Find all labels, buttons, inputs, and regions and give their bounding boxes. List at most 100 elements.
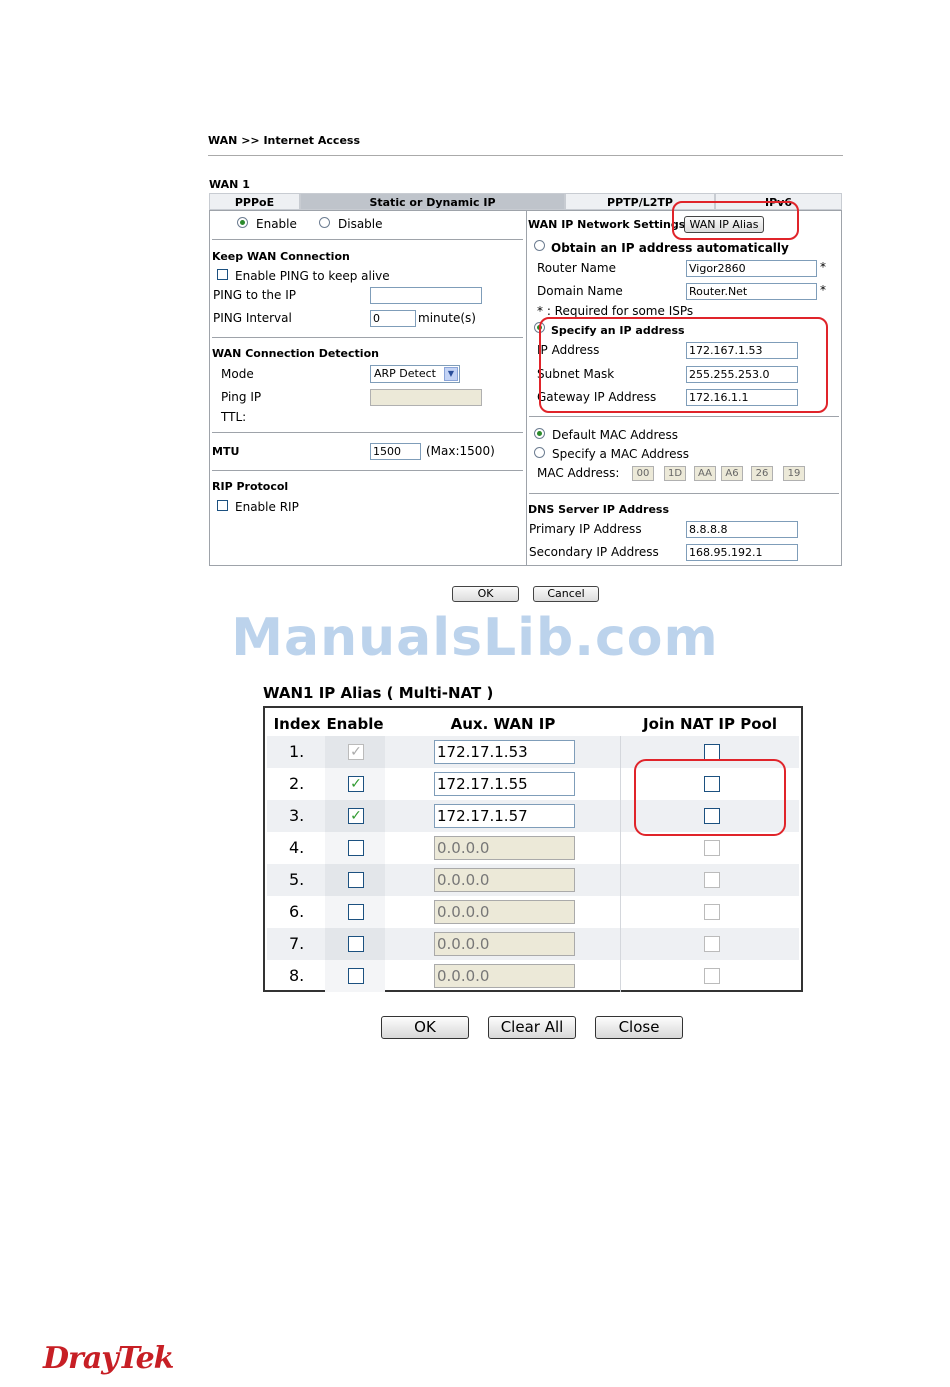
mode-label: Mode — [221, 367, 254, 381]
enable-checkbox[interactable]: ✓ — [348, 776, 364, 792]
highlight-box — [672, 201, 799, 240]
ping-interval-input[interactable]: 0 — [370, 310, 416, 327]
aux-wan-ip-input: 0.0.0.0 — [434, 836, 575, 860]
header-index: Index — [273, 715, 321, 733]
watermark: ManualsLib.com — [231, 608, 719, 668]
column-separator — [620, 768, 621, 800]
ping-ip2-label: Ping IP — [221, 390, 262, 404]
table-row: 8. 0.0.0.0 — [267, 960, 799, 992]
secondary-dns-input[interactable]: 168.95.192.1 — [686, 544, 798, 561]
section-divider — [529, 416, 839, 417]
checkmark-icon: ✓ — [350, 776, 362, 792]
row-index: 7. — [289, 934, 305, 953]
draytek-logo: DrayTek — [43, 1341, 174, 1376]
table-row: 5. 0.0.0.0 — [267, 864, 799, 896]
ttl-label: TTL: — [221, 410, 247, 424]
join-nat-pool-checkbox — [704, 904, 720, 920]
mac-octet-input[interactable]: 19 — [783, 466, 805, 481]
enable-ping-checkbox[interactable] — [217, 269, 228, 280]
disable-label: Disable — [338, 217, 383, 231]
wan-label: WAN 1 — [209, 178, 250, 191]
obtain-auto-radio[interactable] — [534, 240, 545, 251]
router-name-input[interactable]: Vigor2860 — [686, 260, 817, 277]
close-button[interactable]: Close — [595, 1016, 683, 1039]
aux-wan-ip-input: 0.0.0.0 — [434, 964, 575, 988]
default-mac-label: Default MAC Address — [552, 428, 678, 442]
tab-static-dynamic-ip[interactable]: Static or Dynamic IP — [300, 193, 565, 210]
mac-octet-input[interactable]: 00 — [632, 466, 654, 481]
dns-title: DNS Server IP Address — [528, 503, 670, 516]
column-separator — [620, 736, 621, 768]
mac-octet-input[interactable]: AA — [694, 466, 716, 481]
row-index: 4. — [289, 838, 305, 857]
keep-wan-title: Keep WAN Connection — [212, 250, 350, 263]
join-nat-pool-checkbox — [704, 840, 720, 856]
disable-radio[interactable] — [319, 217, 330, 228]
enable-rip-checkbox[interactable] — [217, 500, 228, 511]
network-settings-title: WAN IP Network Settings — [528, 218, 686, 231]
join-nat-pool-checkbox[interactable] — [704, 744, 720, 760]
clear-all-button[interactable]: Clear All — [488, 1016, 576, 1039]
enable-checkbox[interactable] — [348, 872, 364, 888]
enable-checkbox[interactable] — [348, 936, 364, 952]
ping-interval-unit: minute(s) — [418, 311, 476, 325]
specify-mac-radio[interactable] — [534, 447, 545, 458]
specify-mac-label: Specify a MAC Address — [552, 447, 689, 461]
aux-wan-ip-input: 0.0.0.0 — [434, 868, 575, 892]
mtu-label: MTU — [212, 445, 240, 458]
cancel-button[interactable]: Cancel — [533, 586, 599, 602]
domain-name-label: Domain Name — [537, 284, 623, 298]
default-mac-radio[interactable] — [534, 428, 545, 439]
mtu-max-label: (Max:1500) — [426, 444, 495, 458]
alias-table: Index Enable Aux. WAN IP Join NAT IP Poo… — [263, 706, 803, 992]
column-separator — [620, 928, 621, 960]
enable-rip-label: Enable RIP — [235, 500, 299, 514]
row-index: 3. — [289, 806, 305, 825]
aux-wan-ip-input[interactable]: 172.17.1.55 — [434, 772, 575, 796]
enable-radio[interactable] — [237, 217, 248, 228]
join-nat-pool-checkbox — [704, 936, 720, 952]
enable-checkbox[interactable] — [348, 840, 364, 856]
breadcrumb: WAN >> Internet Access — [208, 134, 361, 147]
enable-checkbox[interactable]: ✓ — [348, 808, 364, 824]
mac-address-label: MAC Address: — [537, 466, 620, 480]
primary-dns-input[interactable]: 8.8.8.8 — [686, 521, 798, 538]
tab-pppoe[interactable]: PPPoE — [209, 193, 300, 210]
enable-checkbox[interactable] — [348, 904, 364, 920]
row-index: 8. — [289, 966, 305, 985]
aux-wan-ip-input[interactable]: 172.17.1.57 — [434, 804, 575, 828]
enable-checkbox: ✓ — [348, 744, 364, 760]
row-index: 5. — [289, 870, 305, 889]
primary-dns-label: Primary IP Address — [529, 522, 642, 536]
mode-select[interactable]: ARP Detect ▼ — [370, 365, 460, 383]
required-note: * : Required for some ISPs — [537, 304, 694, 318]
secondary-dns-label: Secondary IP Address — [529, 545, 659, 559]
mac-octet-input[interactable]: A6 — [721, 466, 743, 481]
header-divider — [208, 155, 843, 156]
highlight-box — [634, 759, 786, 836]
alias-title: WAN1 IP Alias ( Multi-NAT ) — [263, 684, 494, 702]
mtu-input[interactable]: 1500 — [370, 443, 421, 460]
mac-octet-input[interactable]: 26 — [751, 466, 773, 481]
table-row: 4. 0.0.0.0 — [267, 832, 799, 864]
obtain-auto-label: Obtain an IP address automatically — [551, 241, 789, 255]
section-divider — [212, 432, 523, 433]
domain-name-required: * — [820, 283, 826, 297]
join-nat-pool-checkbox — [704, 872, 720, 888]
domain-name-input[interactable]: Router.Net — [686, 283, 817, 300]
ok-button[interactable]: OK — [452, 586, 519, 602]
column-separator — [620, 864, 621, 896]
section-divider — [212, 470, 523, 471]
alias-ok-button[interactable]: OK — [381, 1016, 469, 1039]
column-separator — [620, 800, 621, 832]
enable-checkbox[interactable] — [348, 968, 364, 984]
row-index: 1. — [289, 742, 305, 761]
join-nat-pool-checkbox — [704, 968, 720, 984]
aux-wan-ip-input[interactable]: 172.17.1.53 — [434, 740, 575, 764]
column-divider — [526, 211, 527, 565]
aux-wan-ip-input: 0.0.0.0 — [434, 932, 575, 956]
ping-ip-input[interactable] — [370, 287, 482, 304]
mac-octet-input[interactable]: 1D — [664, 466, 686, 481]
column-separator — [620, 960, 621, 992]
ping-ip2-input[interactable] — [370, 389, 482, 406]
